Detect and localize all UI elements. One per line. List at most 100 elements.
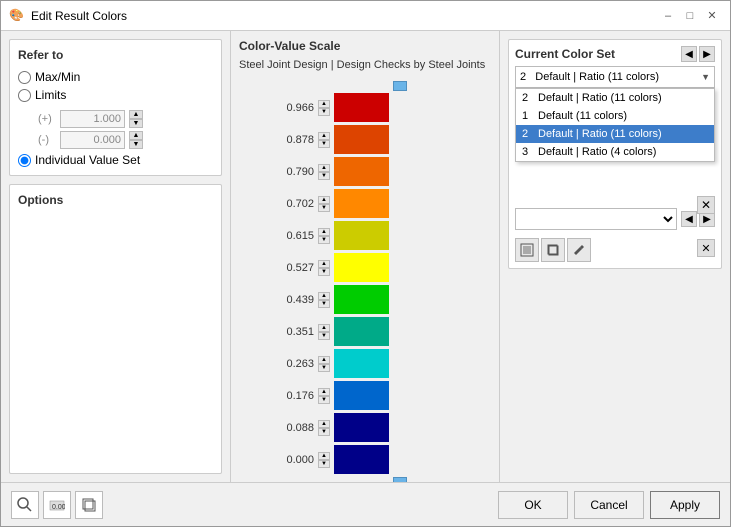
info-button[interactable]: 0.00 xyxy=(43,491,71,519)
minimize-button[interactable]: – xyxy=(658,6,678,26)
limit-plus-row: (+) ▲ ▼ xyxy=(38,110,213,128)
scale-spin-0: ▲ ▼ xyxy=(318,100,330,116)
radio-limits-input[interactable] xyxy=(18,89,31,102)
main-content: Refer to Max/Min Limits (+) xyxy=(1,31,730,482)
close-button[interactable]: ✕ xyxy=(702,6,722,26)
scale-down-7[interactable]: ▼ xyxy=(318,332,330,340)
scale-color-7[interactable] xyxy=(334,317,389,346)
apply-button[interactable]: Apply xyxy=(650,491,720,519)
footer: 0.00 OK Cancel Apply xyxy=(1,482,730,526)
color-set-dropdown[interactable]: 2 Default | Ratio (11 colors) ▼ xyxy=(515,66,715,88)
scale-down-1[interactable]: ▼ xyxy=(318,140,330,148)
copy-button[interactable] xyxy=(541,238,565,262)
scale-spin-9: ▲ ▼ xyxy=(318,388,330,404)
scale-down-4[interactable]: ▼ xyxy=(318,236,330,244)
scale-color-3[interactable] xyxy=(334,189,389,218)
scale-color-11[interactable] xyxy=(334,445,389,474)
radio-group: Max/Min Limits (+) ▲ ▼ xyxy=(18,70,213,167)
scale-up-11[interactable]: ▲ xyxy=(318,452,330,460)
svg-text:0.00: 0.00 xyxy=(52,504,65,511)
scale-up-2[interactable]: ▲ xyxy=(318,164,330,172)
scale-color-9[interactable] xyxy=(334,381,389,410)
limit-minus-down[interactable]: ▼ xyxy=(129,140,143,149)
scale-spin-8: ▲ ▼ xyxy=(318,356,330,372)
dropdown-item-3[interactable]: 3 Default | Ratio (4 colors) xyxy=(516,143,714,161)
footer-right: OK Cancel Apply xyxy=(498,491,720,519)
dropdown-selected-text: 2 Default | Ratio (11 colors) xyxy=(520,71,659,83)
scale-up-8[interactable]: ▲ xyxy=(318,356,330,364)
scale-color-1[interactable] xyxy=(334,125,389,154)
radio-maxmin: Max/Min xyxy=(18,70,213,84)
scale-down-0[interactable]: ▼ xyxy=(318,108,330,116)
limit-plus-input[interactable] xyxy=(60,110,125,128)
limit-plus-up[interactable]: ▲ xyxy=(129,110,143,119)
scale-up-10[interactable]: ▲ xyxy=(318,420,330,428)
limit-minus-spinner: ▲ ▼ xyxy=(129,131,143,149)
dropdown-item-1[interactable]: 1 Default (11 colors) xyxy=(516,107,714,125)
delete-color-set-button[interactable]: ✕ xyxy=(697,196,715,214)
scale-up-0[interactable]: ▲ xyxy=(318,100,330,108)
dropdown-item-2[interactable]: 2 Default | Ratio (11 colors) xyxy=(516,125,714,143)
current-value-dropdown[interactable] xyxy=(515,208,677,230)
nav-next-button[interactable]: ▶ xyxy=(699,46,715,62)
scale-row-8: 0.263 ▲ ▼ xyxy=(269,348,393,379)
scale-up-3[interactable]: ▲ xyxy=(318,196,330,204)
cancel-button[interactable]: Cancel xyxy=(574,491,644,519)
scale-color-10[interactable] xyxy=(334,413,389,442)
maximize-button[interactable]: □ xyxy=(680,6,700,26)
scale-up-5[interactable]: ▲ xyxy=(318,260,330,268)
scale-up-6[interactable]: ▲ xyxy=(318,292,330,300)
bottom-slider-handle[interactable] xyxy=(393,477,407,482)
scale-down-11[interactable]: ▼ xyxy=(318,460,330,468)
scale-color-6[interactable] xyxy=(334,285,389,314)
refer-to-section: Refer to Max/Min Limits (+) xyxy=(9,39,222,176)
scale-value-2: 0.790 xyxy=(269,166,314,178)
color-set-dropdown-container: 2 Default | Ratio (11 colors) ▼ 2 Defaul… xyxy=(515,66,715,88)
scale-down-8[interactable]: ▼ xyxy=(318,364,330,372)
edit-button[interactable] xyxy=(567,238,591,262)
scale-down-3[interactable]: ▼ xyxy=(318,204,330,212)
scale-spin-11: ▲ ▼ xyxy=(318,452,330,468)
limit-minus-label: (-) xyxy=(38,134,56,146)
scale-down-10[interactable]: ▼ xyxy=(318,428,330,436)
copy-left-button[interactable] xyxy=(515,238,539,262)
scale-up-4[interactable]: ▲ xyxy=(318,228,330,236)
radio-individual-input[interactable] xyxy=(18,154,31,167)
ok-button[interactable]: OK xyxy=(498,491,568,519)
top-slider-handle[interactable] xyxy=(393,81,407,91)
scale-up-7[interactable]: ▲ xyxy=(318,324,330,332)
scale-spin-10: ▲ ▼ xyxy=(318,420,330,436)
scale-row-11: 0.000 ▲ ▼ xyxy=(269,444,393,475)
scale-down-5[interactable]: ▼ xyxy=(318,268,330,276)
limit-minus-up[interactable]: ▲ xyxy=(129,131,143,140)
search-button[interactable] xyxy=(11,491,39,519)
delete-value-set-button[interactable]: ✕ xyxy=(697,239,715,257)
limit-minus-input[interactable] xyxy=(60,131,125,149)
scale-row-9: 0.176 ▲ ▼ xyxy=(269,380,393,411)
scale-down-2[interactable]: ▼ xyxy=(318,172,330,180)
radio-limits-label: Limits xyxy=(35,88,66,102)
scale-up-9[interactable]: ▲ xyxy=(318,388,330,396)
current-color-section: Current Color Set ◀ ▶ 2 Default | Ratio … xyxy=(508,39,722,269)
scale-up-1[interactable]: ▲ xyxy=(318,132,330,140)
scale-color-8[interactable] xyxy=(334,349,389,378)
dropdown-item-0[interactable]: 2 Default | Ratio (11 colors) xyxy=(516,89,714,107)
limit-plus-down[interactable]: ▼ xyxy=(129,119,143,128)
scale-down-6[interactable]: ▼ xyxy=(318,300,330,308)
scale-color-2[interactable] xyxy=(334,157,389,186)
scale-down-9[interactable]: ▼ xyxy=(318,396,330,404)
scale-color-4[interactable] xyxy=(334,221,389,250)
radio-maxmin-input[interactable] xyxy=(18,71,31,84)
scale-value-4: 0.615 xyxy=(269,230,314,242)
nav-prev-button[interactable]: ◀ xyxy=(681,46,697,62)
nav-arrows: ◀ ▶ xyxy=(681,46,715,62)
scale-value-8: 0.263 xyxy=(269,358,314,370)
window-title: Edit Result Colors xyxy=(31,9,652,23)
options-section: Options xyxy=(9,184,222,474)
copy-footer-button[interactable] xyxy=(75,491,103,519)
scale-value-5: 0.527 xyxy=(269,262,314,274)
value-nav-prev[interactable]: ◀ xyxy=(681,211,697,227)
scale-color-0[interactable] xyxy=(334,93,389,122)
scale-value-3: 0.702 xyxy=(269,198,314,210)
scale-color-5[interactable] xyxy=(334,253,389,282)
